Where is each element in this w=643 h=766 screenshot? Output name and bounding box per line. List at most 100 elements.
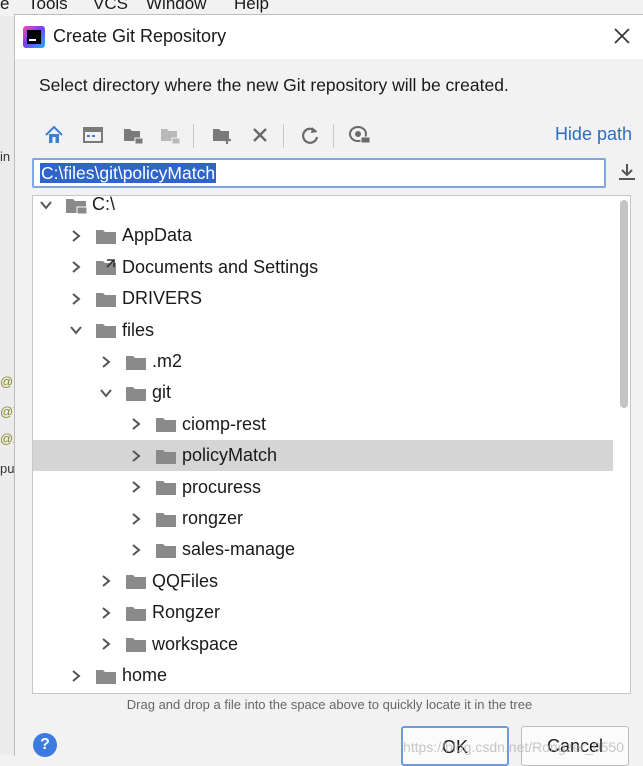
home-button[interactable] (41, 122, 67, 148)
new-folder-button[interactable] (209, 122, 235, 148)
folder-icon (125, 384, 147, 402)
tree-row[interactable]: C:\ (33, 195, 613, 220)
chevron-right-icon[interactable] (129, 512, 143, 526)
add-folder-icon (213, 129, 231, 144)
hide-path-link[interactable]: Hide path (555, 124, 632, 145)
tree-row[interactable]: policyMatch (33, 440, 613, 472)
chevron-right-icon[interactable] (99, 355, 113, 369)
ide-editor-gutter: in @I @T @A pu (0, 16, 22, 755)
tree-row-label: C:\ (92, 195, 116, 214)
chevron-right-icon[interactable] (99, 606, 113, 620)
tree-row[interactable]: DRIVERS (33, 283, 613, 314)
home-icon (45, 125, 63, 143)
chevron-right-icon[interactable] (129, 417, 143, 431)
folder-icon (125, 572, 147, 590)
delete-button[interactable] (247, 122, 273, 148)
tree-row[interactable]: workspace (33, 629, 613, 660)
path-row: C:\files\git\policyMatch (32, 158, 643, 190)
chevron-right-icon[interactable] (99, 637, 113, 651)
tree-row[interactable]: QQFiles (33, 566, 613, 597)
toolbar-separator (193, 124, 194, 148)
toolbar-separator (283, 124, 284, 148)
tree-row[interactable]: .m2 (33, 346, 613, 377)
project-folder-button[interactable] (120, 122, 146, 148)
chevron-right-icon[interactable] (69, 260, 83, 274)
menu-item-vcs[interactable]: VCS (93, 0, 128, 14)
download-icon (619, 164, 635, 180)
tree-row[interactable]: Rongzer (33, 597, 613, 628)
tree-row-label: AppData (122, 225, 193, 246)
tree-row-label: Documents and Settings (122, 256, 319, 277)
desktop-icon (83, 127, 103, 143)
chevron-down-icon[interactable] (39, 198, 53, 212)
tree-row-label: sales-manage (182, 539, 296, 560)
tree-row[interactable]: sales-manage (33, 534, 613, 565)
chevron-right-icon[interactable] (129, 480, 143, 494)
folder-icon (95, 227, 117, 245)
tree-row-label: home (122, 665, 168, 685)
chevron-right-icon[interactable] (129, 543, 143, 557)
tree-row[interactable]: git (33, 377, 613, 408)
folder-icon (95, 290, 117, 308)
folder-icon (155, 541, 177, 559)
close-icon (614, 28, 630, 44)
dialog-titlebar: Create Git Repository (15, 15, 643, 59)
tree-row-label: Rongzer (152, 602, 221, 623)
desktop-button[interactable] (80, 122, 106, 148)
module-folder-button[interactable] (157, 122, 183, 148)
chevron-right-icon[interactable] (129, 449, 143, 463)
tree-row-label: files (122, 319, 155, 340)
refresh-button[interactable] (297, 122, 323, 148)
folder-icon (155, 478, 177, 496)
tree-scrollbar[interactable] (620, 200, 628, 408)
chevron-right-icon[interactable] (69, 229, 83, 243)
tree-row-label: workspace (152, 633, 239, 654)
gutter-mark: pu (0, 461, 15, 476)
directory-tree[interactable]: C:\ AppData Documents and Settings DRIVERS f… (32, 195, 631, 694)
tree-row-label: DRIVERS (122, 288, 203, 309)
folder-icon (155, 415, 177, 433)
show-hidden-files-button[interactable] (347, 122, 373, 148)
drag-drop-hint: Drag and drop a file into the space abov… (126, 697, 533, 712)
folder-icon (125, 604, 147, 622)
folder-icon (155, 510, 177, 528)
chevron-down-icon[interactable] (99, 386, 113, 400)
tree-row[interactable]: ciomp-rest (33, 409, 613, 440)
folder-icon (95, 321, 117, 339)
chevron-down-icon[interactable] (69, 323, 83, 337)
folder-icon (155, 447, 177, 465)
intellij-logo-icon (23, 26, 45, 48)
tree-row-label: QQFiles (152, 570, 219, 591)
menu-item-tools[interactable]: Tools (28, 0, 68, 14)
chevron-right-icon[interactable] (69, 669, 83, 683)
folder-icon (125, 635, 147, 653)
dialog-description: Select directory where the new Git repos… (39, 75, 509, 95)
toolbar-separator (333, 124, 334, 148)
tree-row-label: ciomp-rest (182, 413, 267, 434)
create-git-repository-dialog: Create Git Repository Select directory w… (14, 14, 643, 766)
close-button[interactable] (608, 23, 636, 51)
tree-row-label: rongzer (182, 508, 244, 528)
folder-link-icon (95, 258, 117, 276)
chevron-right-icon[interactable] (69, 292, 83, 306)
menu-item-help[interactable]: Help (234, 0, 269, 14)
show-hidden-icon (349, 126, 371, 144)
folder-icon (125, 353, 147, 371)
browse-download-button[interactable] (616, 162, 640, 186)
help-button[interactable]: ? (33, 733, 57, 757)
path-input[interactable]: C:\files\git\policyMatch (32, 158, 606, 188)
menu-item-file[interactable]: e (0, 0, 9, 14)
tree-row-label: git (152, 382, 172, 403)
tree-row[interactable]: home (33, 660, 613, 691)
tree-row[interactable]: files (33, 315, 613, 346)
chevron-right-icon[interactable] (99, 574, 113, 588)
new-folder-icon (124, 129, 144, 145)
tree-row[interactable]: AppData (33, 220, 613, 251)
tree-row[interactable]: procuress (33, 472, 613, 503)
drive-icon (65, 196, 88, 214)
menu-item-window[interactable]: Window (146, 0, 206, 14)
folder-icon (95, 667, 117, 685)
tree-row[interactable]: Documents and Settings (33, 252, 613, 283)
delete-icon (253, 128, 267, 142)
tree-row[interactable]: rongzer (33, 503, 613, 534)
